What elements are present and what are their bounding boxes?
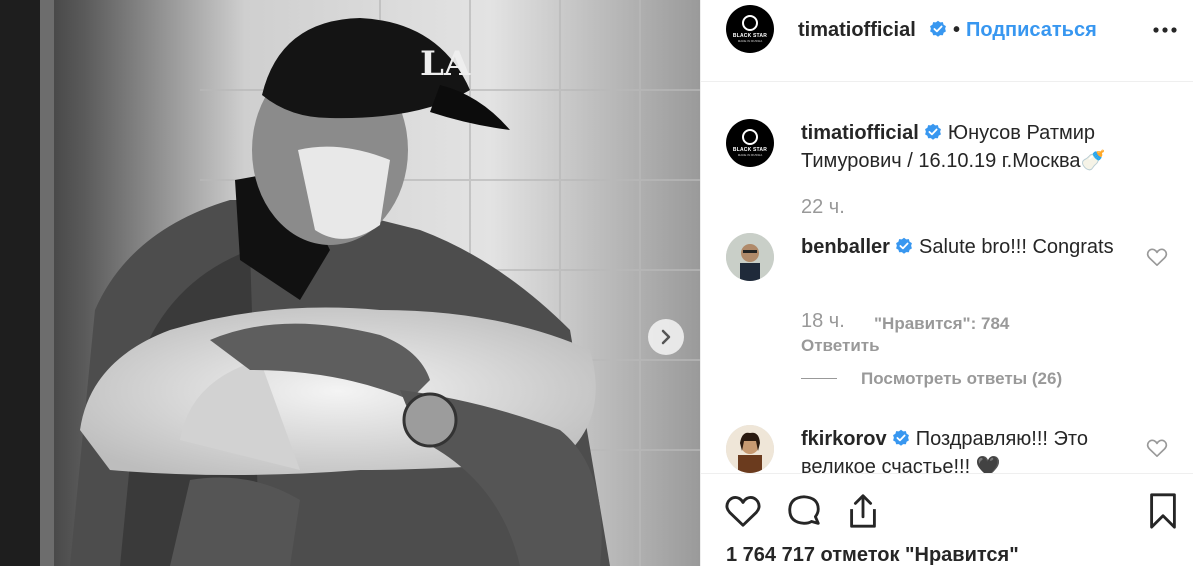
logo-ring-icon — [742, 15, 758, 31]
verified-badge-icon — [896, 237, 913, 254]
view-replies-button[interactable]: Посмотреть ответы (26) — [861, 369, 1062, 389]
comment-time[interactable]: 18 ч. — [801, 310, 845, 333]
comment-bubble-icon[interactable] — [785, 492, 823, 530]
comment-text: Salute bro!!! Congrats — [919, 236, 1114, 258]
comment: benballer Salute bro!!! Congrats — [801, 233, 1141, 261]
comments-list[interactable]: BLACK STAR MADE IN RUSSIA timatiofficial… — [701, 83, 1193, 473]
avatar-image — [726, 425, 774, 473]
bookmark-icon[interactable] — [1144, 492, 1182, 530]
verified-badge-icon — [925, 123, 942, 140]
post-details-panel: BLACK STAR MADE IN RUSSIA timatiofficial… — [700, 0, 1193, 566]
comment-likes[interactable]: "Нравится": 784 — [874, 314, 1009, 334]
comment-avatar-fkirkorov[interactable] — [726, 425, 774, 473]
post-actions: 1 764 717 отметок "Нравится" — [701, 473, 1193, 566]
comment-username[interactable]: benballer — [801, 236, 890, 258]
author-username[interactable]: timatiofficial — [798, 19, 916, 42]
caption-username[interactable]: timatiofficial — [801, 122, 919, 144]
svg-text:LA: LA — [420, 44, 471, 84]
avatar-logo-subtext: MADE IN RUSSIA — [737, 39, 763, 43]
replies-divider — [801, 378, 837, 379]
avatar-logo-subtext: MADE IN RUSSIA — [737, 153, 763, 157]
share-icon[interactable] — [844, 492, 882, 530]
verified-badge-icon — [930, 20, 946, 37]
post-image: LA — [0, 0, 700, 566]
verified-badge-icon — [893, 429, 910, 446]
header-separator: • — [953, 19, 961, 41]
post-header: BLACK STAR MADE IN RUSSIA timatiofficial… — [701, 0, 1193, 82]
caption-time[interactable]: 22 ч. — [801, 196, 845, 219]
author-avatar[interactable]: BLACK STAR MADE IN RUSSIA — [726, 5, 774, 53]
comment-avatar-benballer[interactable] — [726, 233, 774, 281]
caption-author-avatar[interactable]: BLACK STAR MADE IN RUSSIA — [726, 119, 774, 167]
avatar-image — [726, 233, 774, 281]
chevron-right-icon — [661, 329, 671, 345]
likes-count[interactable]: 1 764 717 отметок "Нравится" — [726, 544, 1019, 566]
comment-username[interactable]: fkirkorov — [801, 428, 887, 450]
comment-like-heart-icon[interactable] — [1146, 247, 1168, 267]
heart-icon[interactable] — [724, 492, 762, 530]
post-photo[interactable]: LA — [0, 0, 700, 566]
more-options-icon[interactable] — [1153, 22, 1177, 38]
next-photo-button[interactable] — [648, 319, 684, 355]
logo-ring-icon — [742, 129, 758, 145]
follow-button[interactable]: Подписаться — [966, 19, 1097, 42]
caption: timatiofficial Юнусов Ратмир Тимурович /… — [801, 119, 1141, 175]
comment-like-heart-icon[interactable] — [1146, 438, 1168, 458]
reply-button[interactable]: Ответить — [801, 336, 880, 356]
comment: fkirkorov Поздравляю!!! Это великое счас… — [801, 425, 1141, 473]
